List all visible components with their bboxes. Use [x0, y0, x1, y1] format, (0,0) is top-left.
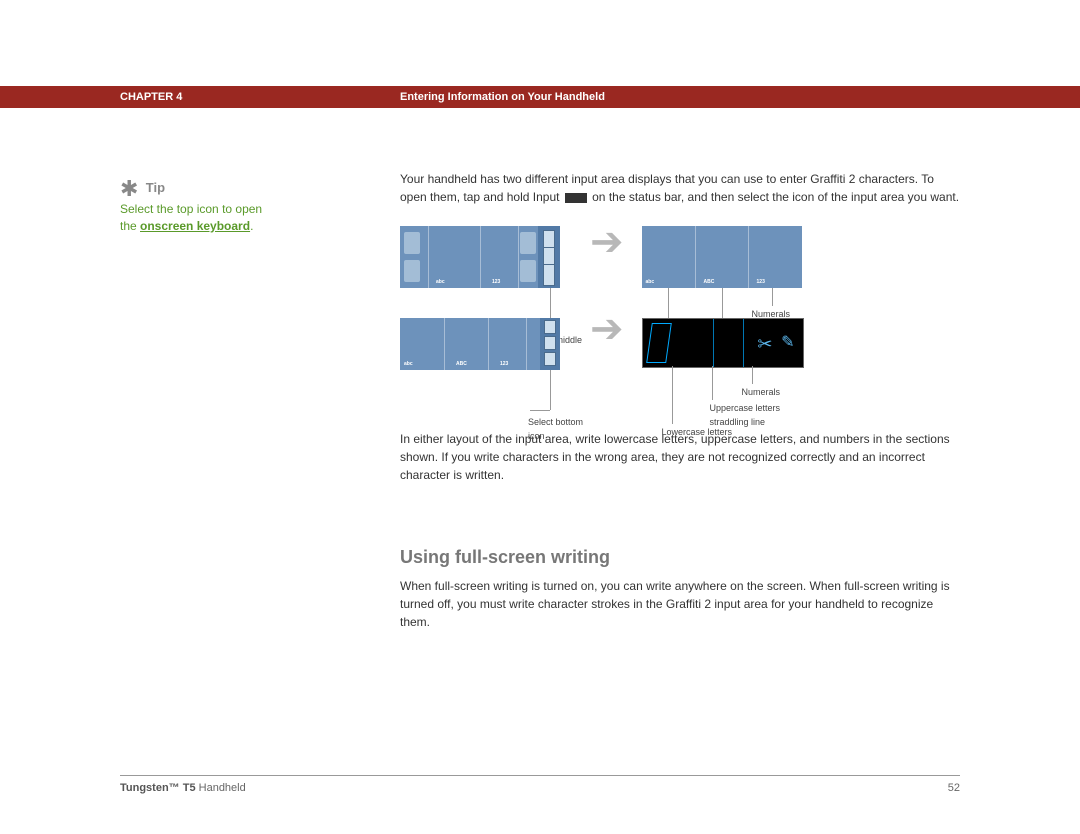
abc-lower-label: abc: [436, 279, 445, 287]
abc-upper-wide: ABC: [704, 279, 715, 287]
wide-input-panel-2: abc ABC 123: [400, 318, 560, 370]
num-wide: 123: [757, 279, 765, 287]
middle-selector-icon-2: [544, 336, 556, 350]
abc-lower-wide: abc: [646, 279, 655, 287]
diagram-row-2: abc ABC 123 Select bottom icon ➔ ✂ ✎: [400, 318, 960, 370]
black-status-panel: ✂ ✎: [642, 318, 804, 368]
tip-label: Tip: [146, 180, 165, 195]
selector-column-2: [540, 318, 560, 370]
tip-heading: ✱ Tip: [120, 170, 280, 201]
wide-input-panel: abc ABC 123: [642, 226, 802, 288]
tip-text-suffix: .: [250, 219, 253, 233]
keyboard-selector-icon-2: [544, 320, 556, 334]
selector-column: [538, 226, 560, 288]
numerals-callout-2: Numerals: [742, 386, 781, 400]
onscreen-keyboard-link[interactable]: onscreen keyboard: [140, 219, 250, 233]
diagram-row-1: abc 123 Select middle icon ➔: [400, 226, 960, 288]
input-icon: [565, 193, 587, 203]
arrow-icon-2: ➔: [590, 299, 624, 359]
page-number: 52: [948, 782, 960, 794]
star-icon: [520, 260, 536, 282]
wide-selector-icon: [543, 264, 555, 286]
home-icon: [404, 232, 420, 254]
intro-paragraph: Your handheld has two different input ar…: [400, 170, 960, 206]
select-bottom-callout: Select bottom icon: [528, 416, 588, 443]
stroke-icon: [646, 323, 672, 363]
chapter-header: CHAPTER 4 Entering Information on Your H…: [0, 86, 1080, 108]
pencil-icon: ✎: [781, 331, 794, 355]
compact-input-panel: abc 123: [400, 226, 560, 288]
tip-body: Select the top icon to open the onscreen…: [120, 201, 280, 235]
section-heading: Using full-screen writing: [400, 544, 960, 571]
product-name: Tungsten™ T5 Handheld: [120, 782, 246, 794]
paragraph-3: When full-screen writing is turned on, y…: [400, 577, 960, 631]
main-content: Your handheld has two different input ar…: [400, 170, 960, 637]
asterisk-icon: ✱: [120, 176, 138, 201]
chapter-title: Entering Information on Your Handheld: [400, 91, 605, 103]
tip-sidebar: ✱ Tip Select the top icon to open the on…: [120, 170, 280, 234]
arrow-icon: ➔: [590, 212, 624, 272]
lowercase-callout-2: Lowercase letters: [662, 426, 733, 440]
bottom-selector-icon-2: [544, 352, 556, 366]
menu-icon: [520, 232, 536, 254]
find-icon: [404, 260, 420, 282]
num-label: 123: [492, 279, 500, 287]
chapter-label: CHAPTER 4: [0, 91, 182, 103]
footer: Tungsten™ T5 Handheld 52: [120, 775, 960, 794]
upper-straddle-callout: Uppercase letters straddling line: [710, 402, 810, 429]
scissors-icon: ✂: [757, 331, 772, 358]
